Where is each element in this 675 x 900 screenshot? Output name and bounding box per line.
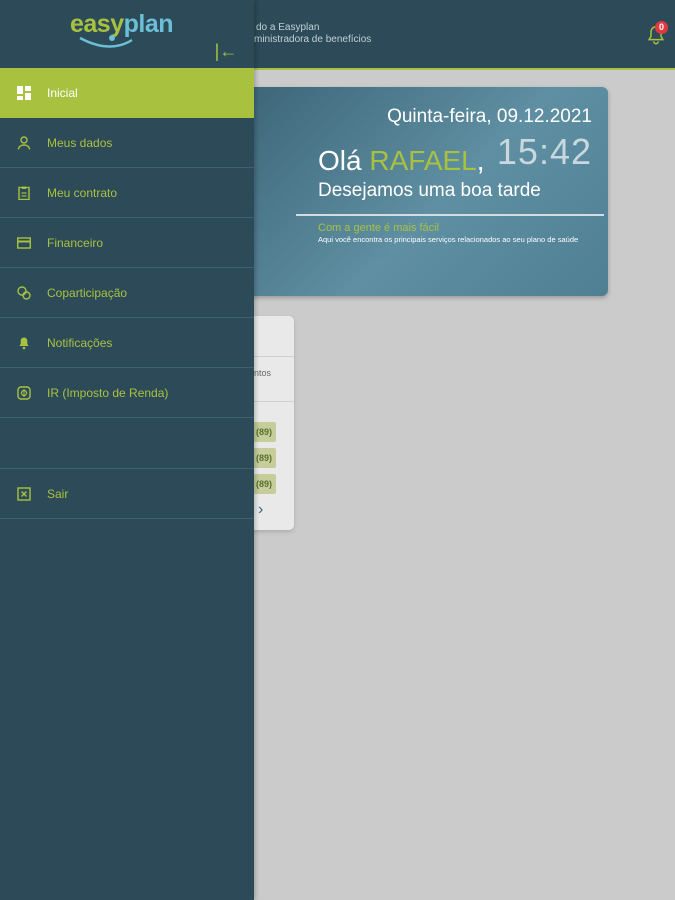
menu-item-label: IR (Imposto de Renda) <box>47 385 169 400</box>
current-date: Quinta-feira, 09.12.2021 <box>387 106 592 127</box>
service-chip[interactable]: (89) <box>252 422 276 442</box>
menu-item-label: Coparticipação <box>47 285 128 300</box>
greeting-wish: Desejamos uma boa tarde <box>318 180 541 201</box>
menu-item-meu-contrato[interactable]: Meu contrato <box>0 168 254 218</box>
menu-item-label: Sair <box>47 486 69 501</box>
exit-icon <box>16 486 32 502</box>
user-icon <box>16 135 32 151</box>
user-name: RAFAEL <box>369 145 477 176</box>
bell-icon <box>16 335 32 351</box>
greeting-card: Quinta-feira, 09.12.2021 15:42 Olá RAFAE… <box>238 87 608 296</box>
menu-item-meus-dados[interactable]: Meus dados <box>0 118 254 168</box>
menu-item-label: Notificações <box>47 335 113 350</box>
card-icon <box>16 235 32 251</box>
slogan: Com a gente é mais fácil <box>318 222 440 234</box>
notification-badge: 0 <box>655 21 668 34</box>
hello-prefix: Olá <box>318 145 370 176</box>
service-chip[interactable]: (89) <box>252 448 276 468</box>
current-time: 15:42 <box>496 131 592 172</box>
collapse-drawer-button[interactable]: |← <box>214 41 238 61</box>
drawer-menu: Inicial Meus dados Meu contrato Financei… <box>0 68 254 519</box>
menu-item-label: Inicial <box>47 85 78 100</box>
menu-item-coparticipacao[interactable]: Coparticipação <box>0 268 254 318</box>
contract-icon <box>16 185 32 201</box>
menu-item-imposto-de-renda[interactable]: IR (Imposto de Renda) <box>0 368 254 418</box>
card-divider <box>296 214 604 216</box>
menu-spacer <box>0 418 254 468</box>
service-chip[interactable]: (89) <box>252 474 276 494</box>
menu-item-label: Financeiro <box>47 235 104 250</box>
welcome-line-1: do a Easyplan <box>256 22 320 33</box>
services-partial-text: ntos <box>254 368 272 378</box>
dashboard-icon <box>16 85 32 101</box>
menu-item-label: Meus dados <box>47 135 113 150</box>
menu-item-notificacoes[interactable]: Notificações <box>0 318 254 368</box>
greeting-hello: Olá RAFAEL, <box>318 145 485 177</box>
coins-icon <box>16 285 32 301</box>
menu-item-label: Meu contrato <box>47 185 118 200</box>
tax-icon <box>16 385 32 401</box>
hello-suffix: , <box>476 145 485 176</box>
menu-item-financeiro[interactable]: Financeiro <box>0 218 254 268</box>
menu-item-inicial[interactable]: Inicial <box>0 68 254 118</box>
slogan-subtitle: Aqui você encontra os principais serviço… <box>318 235 579 244</box>
menu-item-sair[interactable]: Sair <box>0 468 254 519</box>
chevron-right-icon[interactable]: › <box>258 502 272 518</box>
easyplan-logo: easyplan <box>70 10 180 56</box>
welcome-text: do a Easyplan ministradora de benefícios <box>254 22 454 46</box>
logo-swoosh-icon <box>79 35 133 48</box>
navigation-drawer: easyplan |← Inicial Meus dados Meu contr… <box>0 0 254 900</box>
welcome-line-2: ministradora de benefícios <box>254 34 372 45</box>
